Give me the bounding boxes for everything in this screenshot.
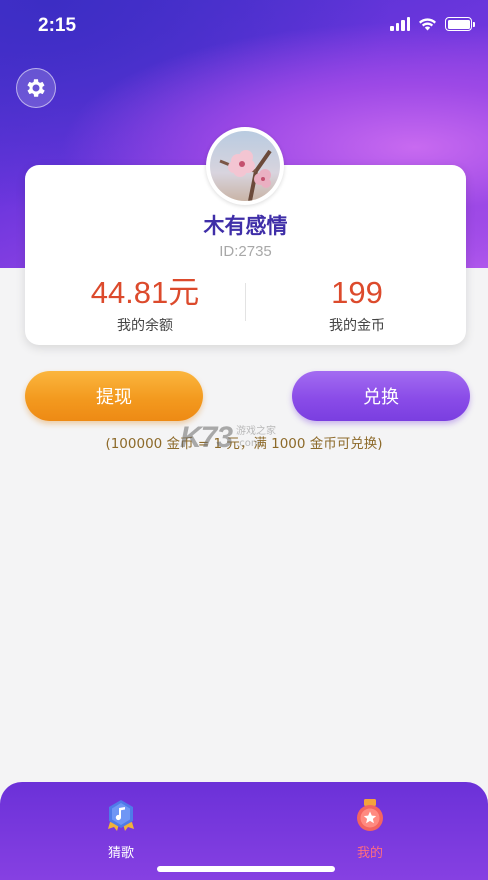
signal-icon <box>390 17 410 31</box>
balance-label: 我的余额 <box>117 318 173 334</box>
coins-label: 我的金币 <box>329 318 385 334</box>
avatar-photo <box>210 131 280 201</box>
coins-value: 199 <box>331 275 383 310</box>
settings-button[interactable] <box>16 68 56 108</box>
withdraw-button[interactable]: 提现 <box>25 371 203 421</box>
home-indicator <box>157 866 335 872</box>
status-bar: 2:15 <box>0 0 488 54</box>
status-time: 2:15 <box>38 15 77 36</box>
status-icons <box>390 17 475 31</box>
balance-stat[interactable]: 44.81元 我的余额 <box>45 273 245 335</box>
exchange-button[interactable]: 兑换 <box>292 371 470 421</box>
stat-divider <box>245 283 246 321</box>
avatar[interactable] <box>206 127 284 205</box>
watermark-line2: .com <box>236 438 261 449</box>
wifi-icon <box>419 18 436 31</box>
watermark-line1: 游戏之家 <box>236 426 277 437</box>
tab-guess-song[interactable]: 猜歌 <box>81 798 161 861</box>
medal-icon <box>357 799 383 831</box>
gear-icon <box>27 79 45 97</box>
tab-mine[interactable]: 我的 <box>330 798 410 861</box>
watermark: K73 游戏之家 .com <box>180 416 310 460</box>
nickname: 木有感情 <box>203 214 288 238</box>
watermark-logo: K73 <box>180 421 233 454</box>
music-badge-icon <box>108 800 134 831</box>
tab-mine-label: 我的 <box>356 846 383 861</box>
tab-guess-song-label: 猜歌 <box>107 846 134 861</box>
battery-icon <box>445 17 475 31</box>
user-id: ID:2735 <box>219 243 272 260</box>
balance-value: 44.81元 <box>90 275 200 310</box>
coins-stat[interactable]: 199 我的金币 <box>257 273 457 335</box>
